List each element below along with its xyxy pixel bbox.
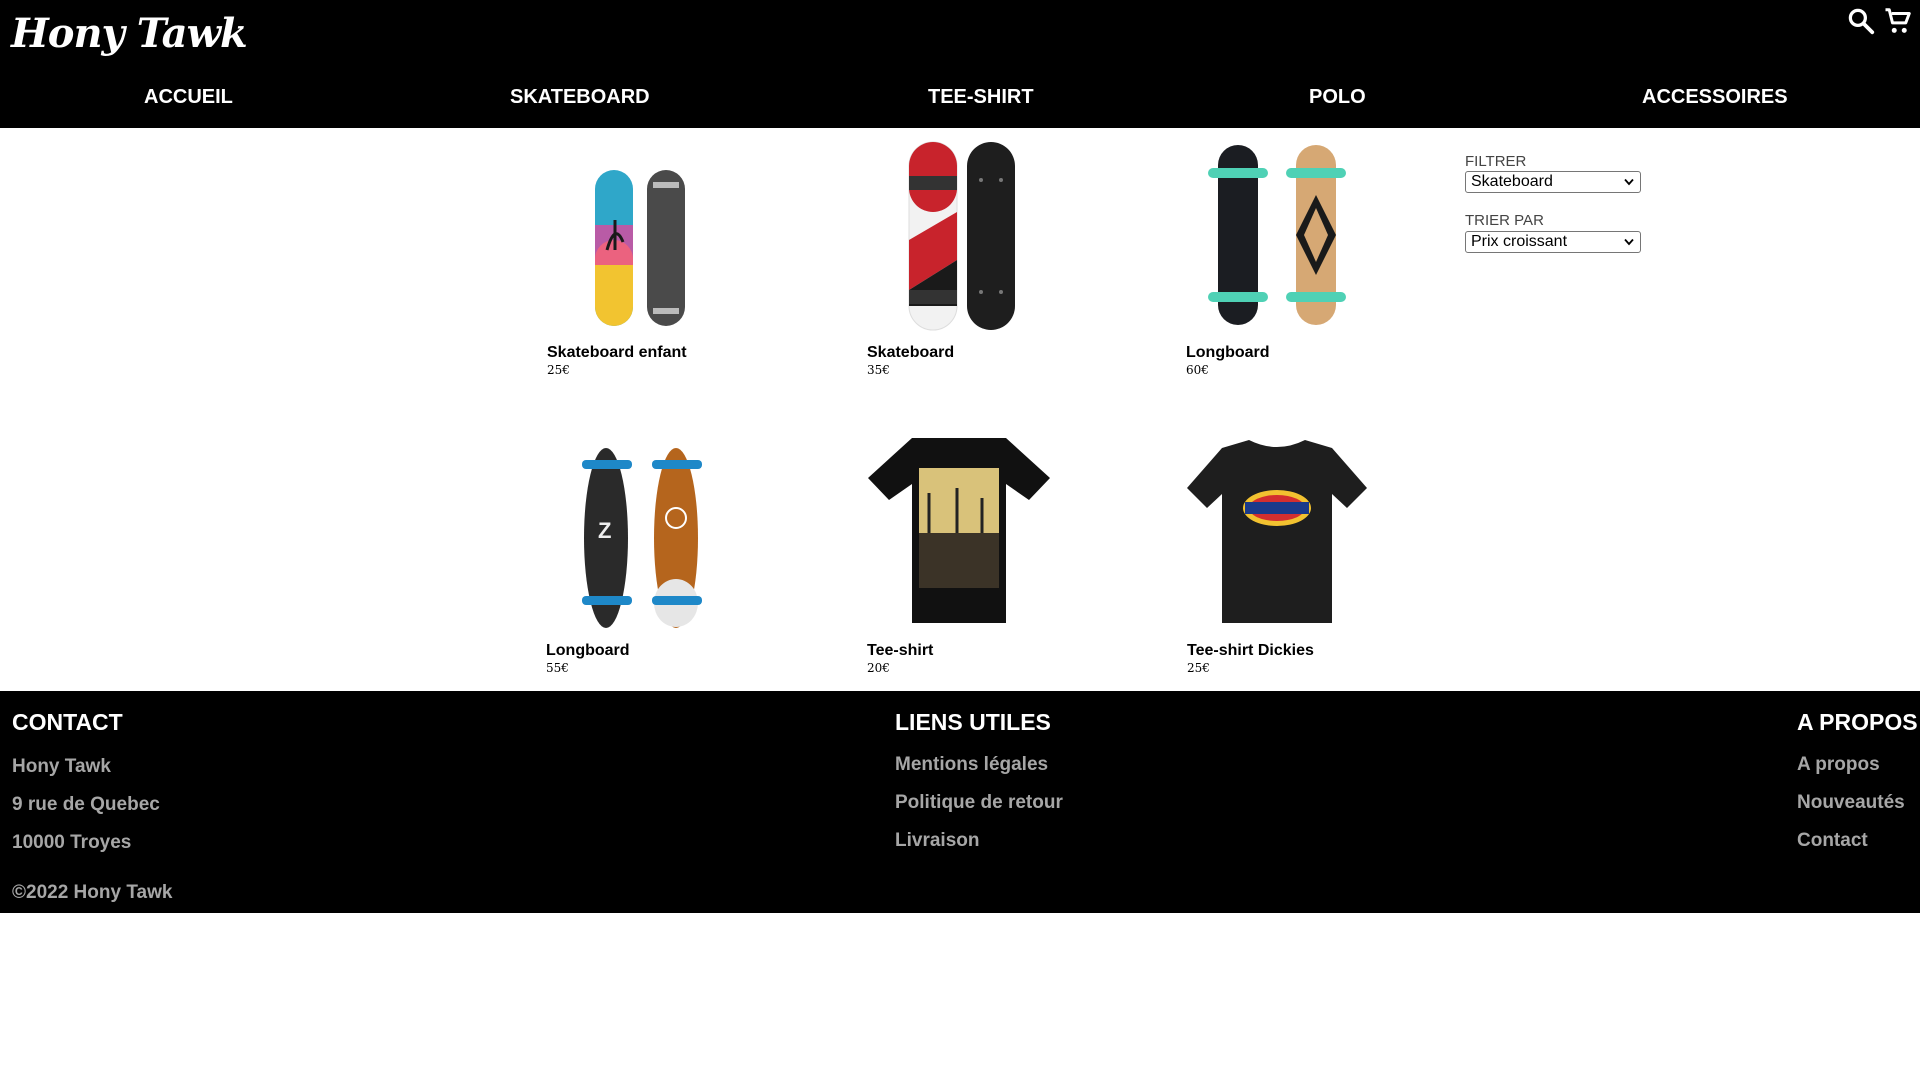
footer-link-retour[interactable]: Politique de retour [895,791,1063,815]
footer-apropos-title: A PROPOS [1797,709,1918,735]
product-price: 35€ [867,363,890,377]
filter-label: FILTRER [1465,153,1527,170]
site-logo[interactable]: Hony Tawk [11,8,248,60]
product-name: Longboard [546,642,630,659]
footer-link-contact[interactable]: Contact [1797,829,1868,853]
footer-link-nouveautes[interactable]: Nouveautés [1797,791,1905,815]
site-header: Hony Tawk ACCUEIL SKATEBOARD TEE-SHIRT P… [0,0,1920,128]
chevron-down-icon [1624,238,1634,246]
footer-contact-line: 9 rue de Quebec [12,794,160,815]
product-name: Skateboard enfant [547,344,687,361]
product-price: 60€ [1186,363,1209,377]
tee-shirt-image[interactable] [867,438,1157,638]
product-price: 55€ [546,661,569,675]
footer-contact-line: 10000 Troyes [12,832,132,853]
sort-label: TRIER PAR [1465,212,1544,229]
cart-icon[interactable] [1883,6,1913,36]
footer-link-livraison[interactable]: Livraison [895,829,979,853]
site-footer: CONTACT Hony Tawk 9 rue de Quebec 10000 … [0,691,1920,913]
footer-link-mentions[interactable]: Mentions légales [895,753,1048,777]
svg-text:Z: Z [598,518,611,543]
footer-contact-line: Hony Tawk [12,756,111,777]
footer-copyright: ©2022 Hony Tawk [12,882,173,903]
main-nav: ACCUEIL SKATEBOARD TEE-SHIRT POLO ACCESS… [0,82,1920,112]
filter-select[interactable]: Skateboard [1465,171,1641,193]
nav-item-tee-shirt[interactable]: TEE-SHIRT [928,82,1034,112]
nav-item-accessoires[interactable]: ACCESSOIRES [1642,82,1788,112]
nav-item-skateboard[interactable]: SKATEBOARD [510,82,650,112]
product-price: 25€ [547,363,570,377]
chevron-down-icon [1624,178,1634,186]
sort-select[interactable]: Prix croissant [1465,231,1641,253]
search-icon[interactable] [1846,6,1876,36]
product-name: Skateboard [867,344,955,361]
product-price: 20€ [867,661,890,675]
skateboard-image[interactable] [547,140,837,340]
footer-link-apropos[interactable]: A propos [1797,753,1880,777]
product-price: 25€ [1187,661,1210,675]
skateboard-image[interactable] [867,140,1157,340]
footer-contact-title: CONTACT [12,709,123,735]
tee-shirt-image[interactable] [1187,438,1477,638]
nav-item-accueil[interactable]: ACCUEIL [144,82,233,112]
longboard-image[interactable]: Z [546,438,836,638]
footer-liens-title: LIENS UTILES [895,709,1051,735]
nav-item-polo[interactable]: POLO [1309,82,1366,112]
sort-select-value: Prix croissant [1471,233,1568,250]
product-name: Tee-shirt [867,642,934,659]
product-name: Tee-shirt Dickies [1187,642,1314,659]
product-name: Longboard [1186,344,1270,361]
filter-select-value: Skateboard [1471,173,1553,190]
longboard-image[interactable] [1186,140,1476,340]
